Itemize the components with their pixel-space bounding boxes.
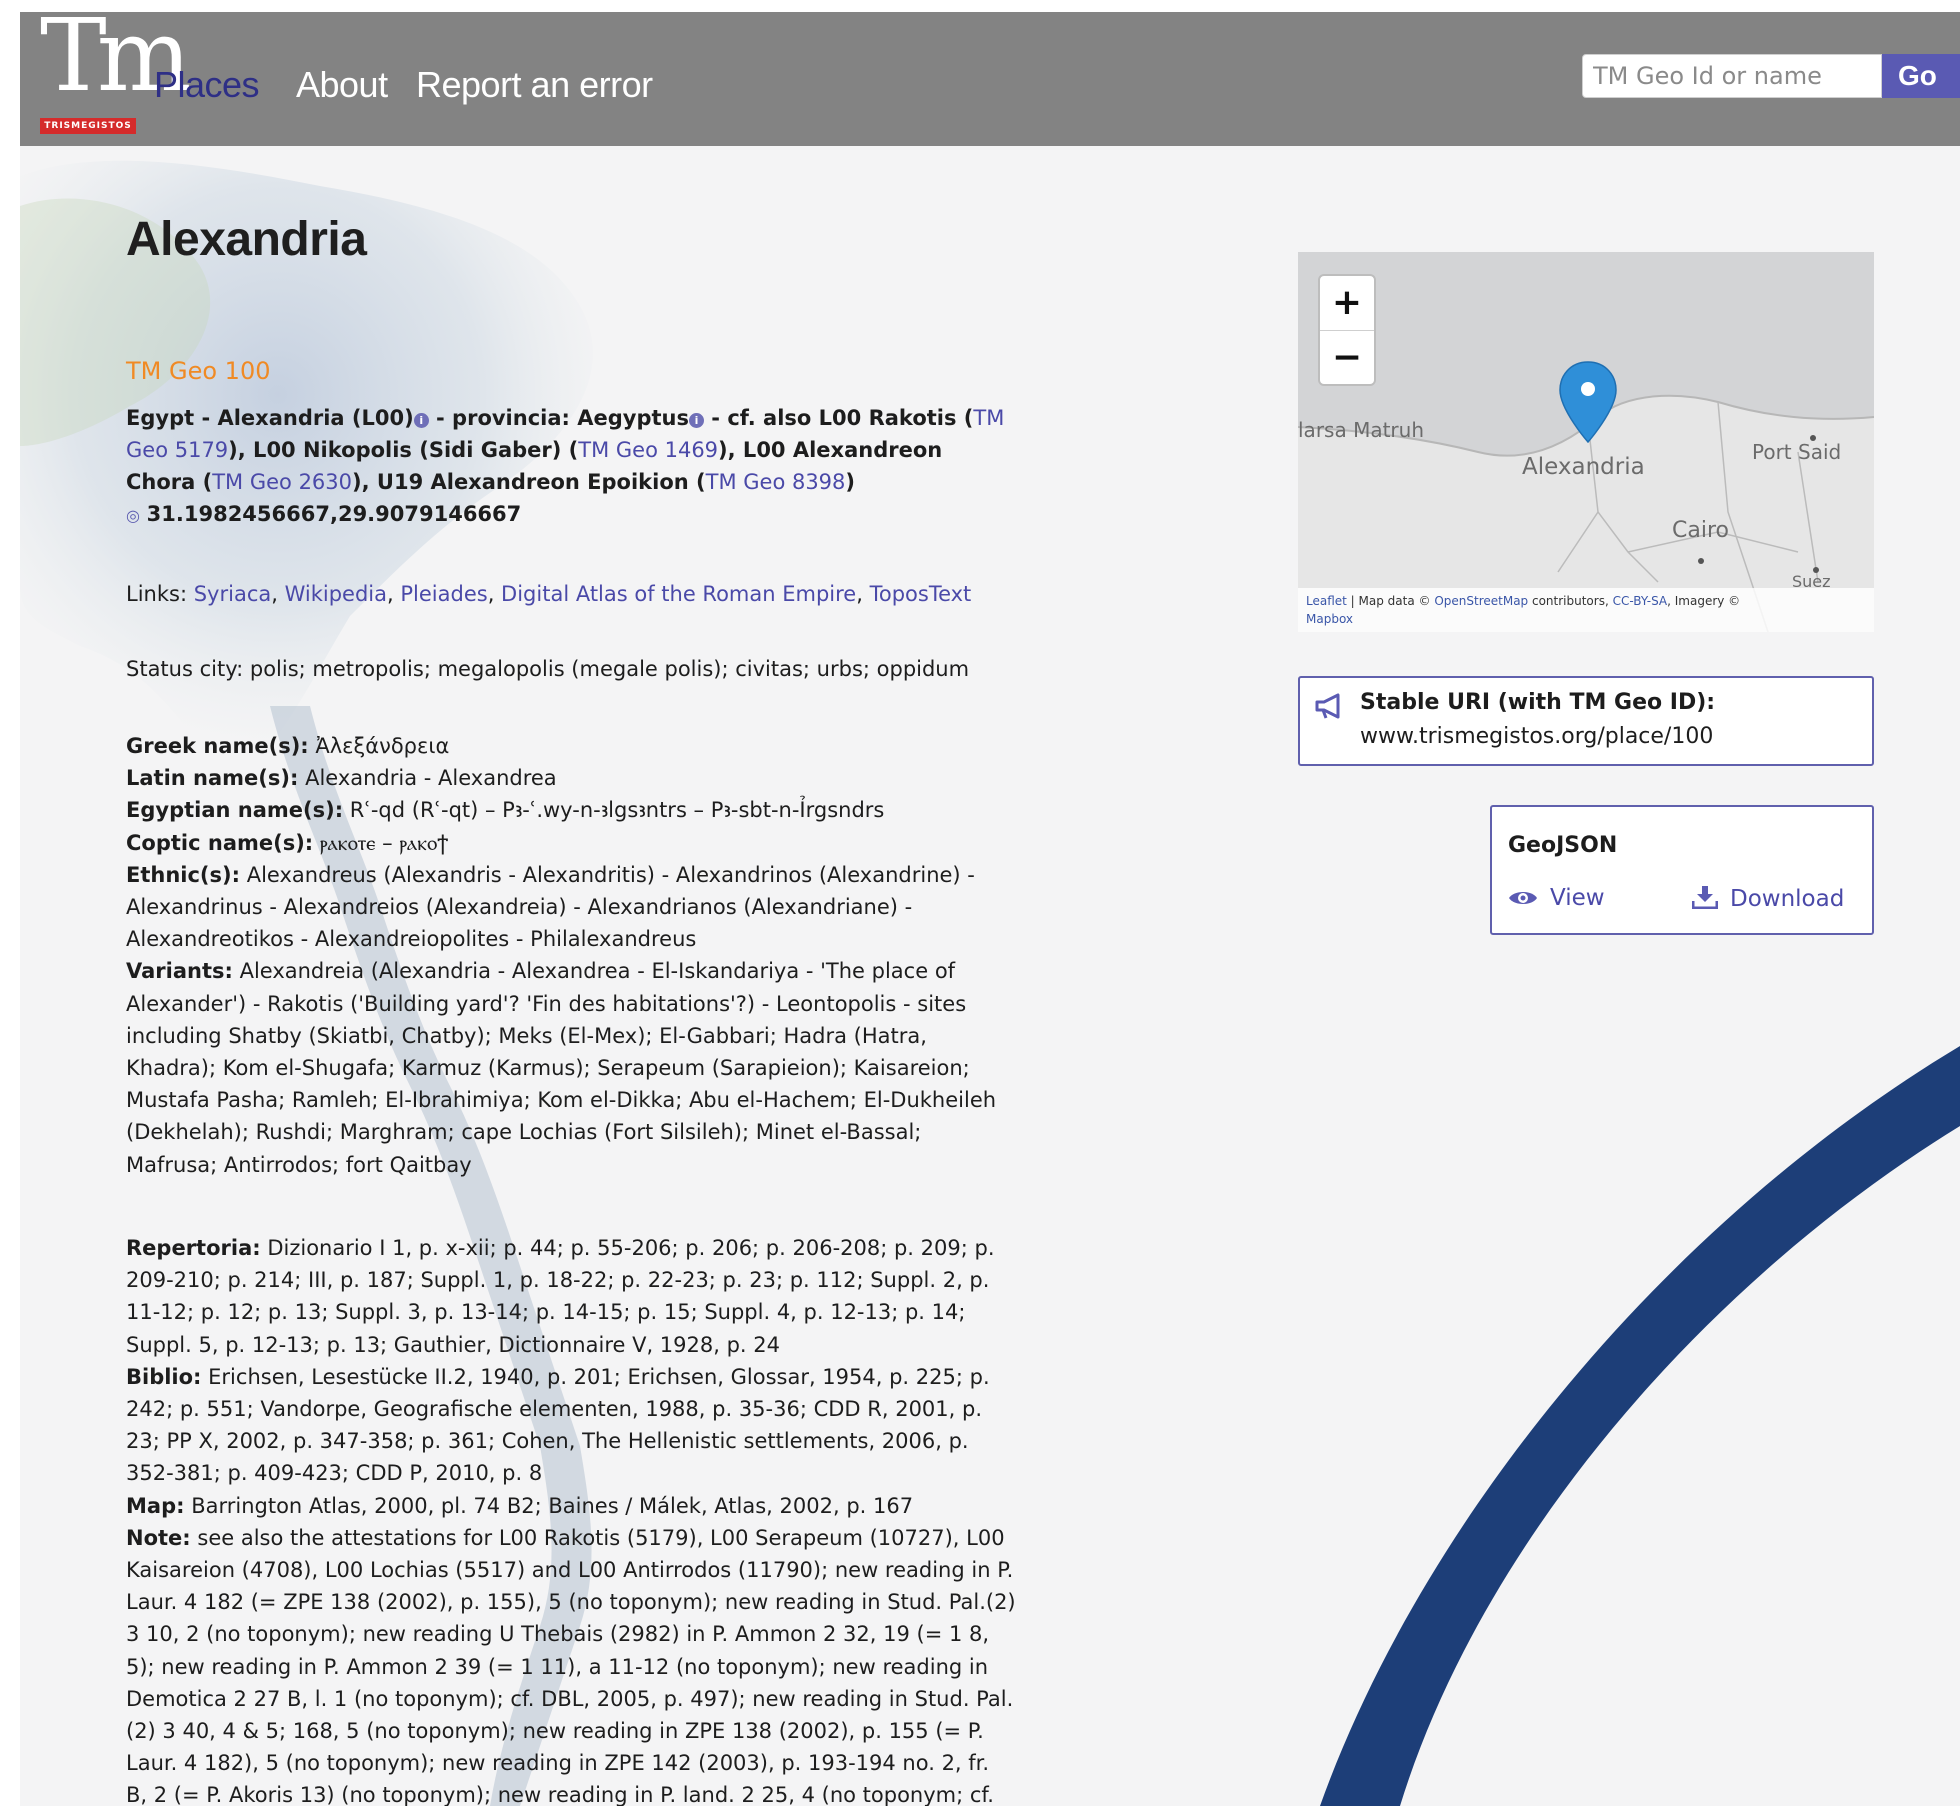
biblio-value: Erichsen, Lesestücke II.2, 1940, p. 201;… xyxy=(126,1364,990,1486)
map-label: Map: xyxy=(126,1493,185,1518)
note-value: see also the attestations for L00 Rakoti… xyxy=(126,1525,1016,1806)
variants-label: Variants: xyxy=(126,959,233,984)
geojson-download-label: Download xyxy=(1730,886,1845,912)
page: Tm TRISMEGISTOS Places About Report an e… xyxy=(20,12,1960,1806)
variants-value: Alexandreia (Alexandria - Alexandrea - E… xyxy=(126,959,997,1177)
ethnic-value: Alexandreus (Alexandris - Alexandritis) … xyxy=(126,862,975,952)
geojson-view-label: View xyxy=(1550,885,1605,911)
page-title: Alexandria xyxy=(126,213,367,266)
coordinates: 31.1982456667,29.9079146667 xyxy=(146,502,522,526)
link-syriaca[interactable]: Syriaca xyxy=(194,582,272,606)
map-label-port-said: Port Said xyxy=(1752,440,1842,464)
nav-about[interactable]: About xyxy=(296,64,388,106)
link-cc-by-sa[interactable]: CC-BY-SA xyxy=(1613,594,1668,608)
location-egypt: Egypt - Alexandria (L00) xyxy=(126,406,414,430)
status-label: Status city: xyxy=(126,657,244,681)
coptic-label: Coptic name(s): xyxy=(126,830,314,855)
info-icon[interactable]: i xyxy=(688,413,704,428)
go-button[interactable]: Go xyxy=(1882,54,1960,98)
link-pleiades[interactable]: Pleiades xyxy=(400,582,487,606)
link-wikipedia[interactable]: Wikipedia xyxy=(285,582,387,606)
names-block: Greek name(s): Ἀλεξάνδρεια Latin name(s)… xyxy=(126,730,1016,1181)
link-topostext[interactable]: ToposText xyxy=(870,582,972,606)
geo-id: TM Geo 100 xyxy=(126,357,271,385)
navbar: Tm TRISMEGISTOS Places About Report an e… xyxy=(20,12,1960,146)
info-icon[interactable]: i xyxy=(413,413,429,428)
logo-text: TRISMEGISTOS xyxy=(40,118,136,134)
links-label: Links: xyxy=(126,582,188,606)
location-pin-icon: ◎ xyxy=(126,506,140,525)
map-dot-cairo xyxy=(1698,558,1704,564)
latin-label: Latin name(s): xyxy=(126,766,299,791)
map-attribution: Leaflet | Map data © OpenStreetMap contr… xyxy=(1298,588,1874,632)
location-provincia: - provincia: Aegyptus xyxy=(428,406,689,430)
link-tm-geo-1469[interactable]: TM Geo 1469 xyxy=(578,438,718,462)
link-tm-geo-8398[interactable]: TM Geo 8398 xyxy=(706,470,846,494)
attribution-text: | Map data © xyxy=(1346,594,1435,608)
map-value: Barrington Atlas, 2000, pl. 74 B2; Baine… xyxy=(191,1493,914,1518)
greek-value: Ἀλεξάνδρεια xyxy=(315,734,450,758)
location-cf: - cf. also L00 Rakotis ( xyxy=(703,406,974,430)
location-epoikion: ), U19 Alexandreon Epoikion ( xyxy=(352,470,706,494)
note-label: Note: xyxy=(126,1525,191,1550)
nav-places[interactable]: Places xyxy=(154,64,260,106)
geojson-download-button[interactable]: Download xyxy=(1691,885,1845,912)
status-value: polis; metropolis; megalopolis (megale p… xyxy=(249,657,970,681)
location-nikopolis: ), L00 Nikopolis (Sidi Gaber) ( xyxy=(228,438,579,462)
location-close: ) xyxy=(845,470,856,494)
greek-label: Greek name(s): xyxy=(126,734,309,758)
geojson-box: GeoJSON View Download xyxy=(1490,805,1874,935)
links-row: Links: Syriaca, Wikipedia, Pleiades, Dig… xyxy=(126,582,972,606)
link-tm-geo-2630[interactable]: TM Geo 2630 xyxy=(212,470,352,494)
attribution-text: , Imagery © xyxy=(1667,594,1741,608)
map[interactable]: + − larsa Matruh Alexandria Port Said Ca… xyxy=(1298,252,1874,632)
link-leaflet[interactable]: Leaflet xyxy=(1306,594,1347,608)
latin-value: Alexandria - Alexandrea xyxy=(305,766,557,791)
geojson-title: GeoJSON xyxy=(1508,833,1618,858)
eye-icon xyxy=(1509,892,1537,904)
download-icon xyxy=(1691,886,1719,910)
repertoria-label: Repertoria: xyxy=(126,1236,261,1260)
stable-uri-box: Stable URI (with TM Geo ID): www.trismeg… xyxy=(1298,676,1874,766)
references-block: Repertoria: Dizionario I 1, p. x-xii; p.… xyxy=(126,1232,1016,1806)
egyptian-value: Rʿ-qd (Rʿ-qt) – Pꜣ-ʿ.wy-n-ꜣlgsꜣntrs – Pꜣ… xyxy=(349,798,885,823)
zoom-in-button[interactable]: + xyxy=(1320,276,1374,330)
megaphone-icon xyxy=(1315,693,1340,719)
attribution-text: contributors, xyxy=(1528,594,1613,608)
status-row: Status city: polis; metropolis; megalopo… xyxy=(126,653,1016,685)
map-label-cairo: Cairo xyxy=(1672,518,1729,543)
search-input[interactable] xyxy=(1582,54,1882,98)
decorative-arc xyxy=(1320,1046,1960,1806)
trismegistos-logo[interactable]: Tm TRISMEGISTOS xyxy=(40,12,191,136)
coptic-value: ⲣⲁⲕⲟⲧⲉ – ⲣⲁⲕⲟϯ xyxy=(319,830,449,855)
link-mapbox[interactable]: Mapbox xyxy=(1306,612,1353,626)
stable-uri-value[interactable]: www.trismegistos.org/place/100 xyxy=(1360,724,1713,749)
link-dare[interactable]: Digital Atlas of the Roman Empire xyxy=(501,582,856,606)
stable-uri-label: Stable URI (with TM Geo ID): xyxy=(1360,690,1716,715)
biblio-label: Biblio: xyxy=(126,1364,202,1389)
map-label-marsa-matruh: larsa Matruh xyxy=(1298,418,1424,442)
geojson-view-button[interactable]: View xyxy=(1508,885,1605,911)
zoom-out-button[interactable]: − xyxy=(1320,330,1374,385)
egyptian-label: Egyptian name(s): xyxy=(126,798,344,823)
ethnic-label: Ethnic(s): xyxy=(126,862,241,887)
link-openstreetmap[interactable]: OpenStreetMap xyxy=(1434,594,1528,608)
map-label-alexandria: Alexandria xyxy=(1522,454,1645,480)
location-block: Egypt - Alexandria (L00) i - provincia: A… xyxy=(126,402,1016,532)
nav-report-error[interactable]: Report an error xyxy=(416,64,653,106)
zoom-control: + − xyxy=(1318,274,1376,386)
